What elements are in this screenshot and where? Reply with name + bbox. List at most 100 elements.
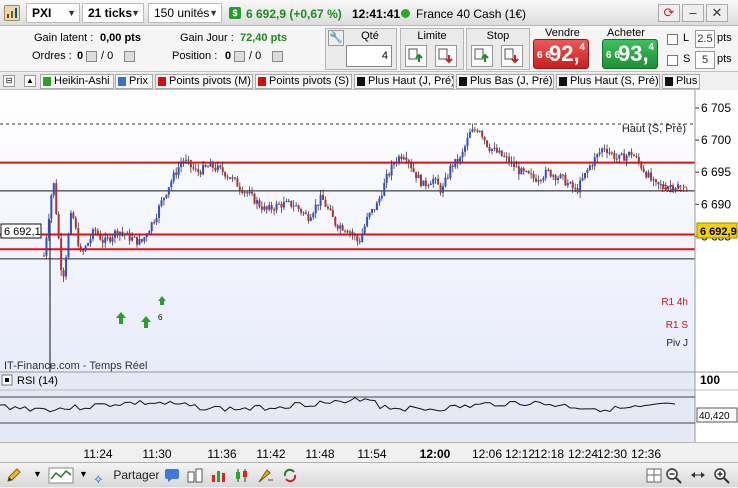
app-menu-icon[interactable] <box>4 5 20 21</box>
limit-sell-button[interactable] <box>435 45 457 67</box>
tab-plus-haut-s[interactable]: Plus Haut (S, Pré) <box>556 74 660 89</box>
quantity-input[interactable]: 4 <box>346 45 392 67</box>
toolbar-placeholder-icon[interactable] <box>449 467 467 484</box>
ordres-label: Ordres : <box>32 50 72 62</box>
position-close-icon[interactable] <box>272 51 283 62</box>
chart-area[interactable]: 6 7056 7006 6956 6906 685 Haut (S, Pré) … <box>0 90 738 442</box>
tab-pivots-s[interactable]: Points pivots (S) <box>255 74 352 89</box>
toolbar-placeholder-icon[interactable] <box>545 467 563 484</box>
symbol-selector[interactable]: PXI ▼ <box>26 3 80 23</box>
toolbar-placeholder-icon[interactable] <box>329 467 347 484</box>
bar-chart-icon[interactable] <box>210 467 228 484</box>
minimize-button[interactable]: – <box>682 4 704 22</box>
candle-body <box>591 165 594 167</box>
share-button[interactable]: ⟡ Partager <box>94 466 159 486</box>
toolbar-placeholder-icon[interactable] <box>473 467 491 484</box>
candle-body <box>241 189 244 193</box>
pencil-icon[interactable] <box>5 467 23 484</box>
tab-pivots-m[interactable]: Points pivots (M) <box>155 74 253 89</box>
stop-checkbox[interactable] <box>667 55 678 66</box>
candle-body <box>620 153 623 155</box>
limit-box: Limite <box>400 28 464 70</box>
close-button[interactable]: ✕ <box>706 4 728 22</box>
indicator-add-icon[interactable] <box>48 467 74 484</box>
drawing-tools-icon[interactable] <box>257 467 275 484</box>
tab-heikin-ashi[interactable]: Heikin-Ashi <box>40 74 114 89</box>
candle-body <box>236 178 239 187</box>
toolbar-placeholder-icon[interactable] <box>353 467 371 484</box>
tab-label: Heikin-Ashi <box>54 75 110 87</box>
limit-checkbox[interactable] <box>667 34 678 45</box>
stop-buy-button[interactable] <box>471 45 493 67</box>
zoom-out-icon[interactable] <box>665 467 683 484</box>
buy-button[interactable]: 6 6 93, 4 <box>602 39 658 69</box>
candlestick-icon[interactable] <box>233 467 251 484</box>
toolbar-placeholder-icon[interactable] <box>497 467 515 484</box>
zoom-in-icon[interactable] <box>713 467 731 484</box>
units-selector[interactable]: 150 unités ▼ <box>148 3 222 23</box>
chart-type-icon[interactable]: ▲ <box>24 75 36 87</box>
notification-icon[interactable]: $ <box>229 7 241 19</box>
compare-icon[interactable] <box>186 467 204 484</box>
fit-icon[interactable] <box>689 467 707 484</box>
candle-body <box>358 241 361 243</box>
watermark: IT-Finance.com - Temps Réel <box>4 360 147 372</box>
time-axis: 11:24 11:30 11:36 11:42 11:48 11:54 12:0… <box>0 442 738 462</box>
toolbar-placeholder-icon[interactable] <box>305 467 323 484</box>
candle-body <box>574 188 577 190</box>
sell-button[interactable]: 6 6 92, 4 <box>533 39 589 69</box>
limit-buy-button[interactable] <box>405 45 427 67</box>
toolbar-placeholder-icon[interactable] <box>401 467 419 484</box>
limit-buy-icon <box>408 48 423 62</box>
candle-body <box>537 180 540 182</box>
candle-body <box>581 178 584 181</box>
price-chart[interactable]: 6 7056 7006 6956 6906 685 Haut (S, Pré) … <box>0 90 738 442</box>
candle-body <box>615 158 618 160</box>
series-color-swatch <box>665 77 673 86</box>
sync-icon[interactable] <box>281 467 299 484</box>
chevron-down-icon[interactable]: ▼ <box>33 469 42 479</box>
y-tick-label: 6 705 <box>701 101 731 115</box>
tab-prix[interactable]: Prix <box>115 74 153 89</box>
toolbar-placeholder-icon[interactable] <box>593 467 611 484</box>
status-indicator-icon <box>401 9 410 18</box>
ticks-selector[interactable]: 21 ticks ▼ <box>82 3 144 23</box>
stop-sell-button[interactable] <box>501 45 523 67</box>
tab-plus-bas-j[interactable]: Plus Bas (J, Pré) <box>456 74 554 89</box>
candle-body <box>167 187 170 195</box>
position-detail-icon[interactable] <box>234 51 245 62</box>
ordres-detail-icon[interactable] <box>86 51 97 62</box>
toolbar-placeholder-icon[interactable] <box>377 467 395 484</box>
collapse-icon[interactable]: ⊟ <box>3 75 15 87</box>
comment-icon[interactable] <box>163 467 181 484</box>
tab-plus-haut-j[interactable]: Plus Haut (J, Pré) <box>354 74 454 89</box>
candle-body <box>118 231 121 235</box>
wrench-icon[interactable]: 🔧 <box>328 30 344 46</box>
toolbar-placeholder-icon[interactable] <box>521 467 539 484</box>
candle-body <box>637 157 640 163</box>
toolbar-placeholder-icon[interactable] <box>425 467 443 484</box>
level-label-r1-4h: R1 4h <box>661 297 688 308</box>
toolbar-placeholder-icon[interactable] <box>617 467 635 484</box>
instrument-name: France 40 Cash (1€) <box>416 7 527 21</box>
candle-body <box>123 233 126 235</box>
candle-body <box>427 185 430 187</box>
tab-plus-overflow[interactable]: Plus <box>662 74 700 89</box>
grid-icon[interactable] <box>645 467 663 484</box>
candle-body <box>297 205 300 209</box>
toolbar-placeholder-icon[interactable] <box>569 467 587 484</box>
candle-body <box>608 152 611 154</box>
chevron-down-icon: ▼ <box>209 8 218 18</box>
candle-body <box>454 158 457 167</box>
refresh-icon[interactable]: ⟳ <box>658 4 680 22</box>
chevron-down-icon[interactable]: ▼ <box>79 469 88 479</box>
ordres-cancel-icon[interactable] <box>124 51 135 62</box>
candle-body <box>211 161 214 168</box>
candle-body <box>476 130 479 132</box>
candle-body <box>378 198 381 203</box>
limit-points-unit: pts <box>717 32 732 44</box>
candle-body <box>373 209 376 211</box>
candle-body <box>464 146 467 152</box>
limit-points-input[interactable]: 2.5 <box>695 30 715 48</box>
stop-points-input[interactable]: 5 <box>695 51 715 69</box>
